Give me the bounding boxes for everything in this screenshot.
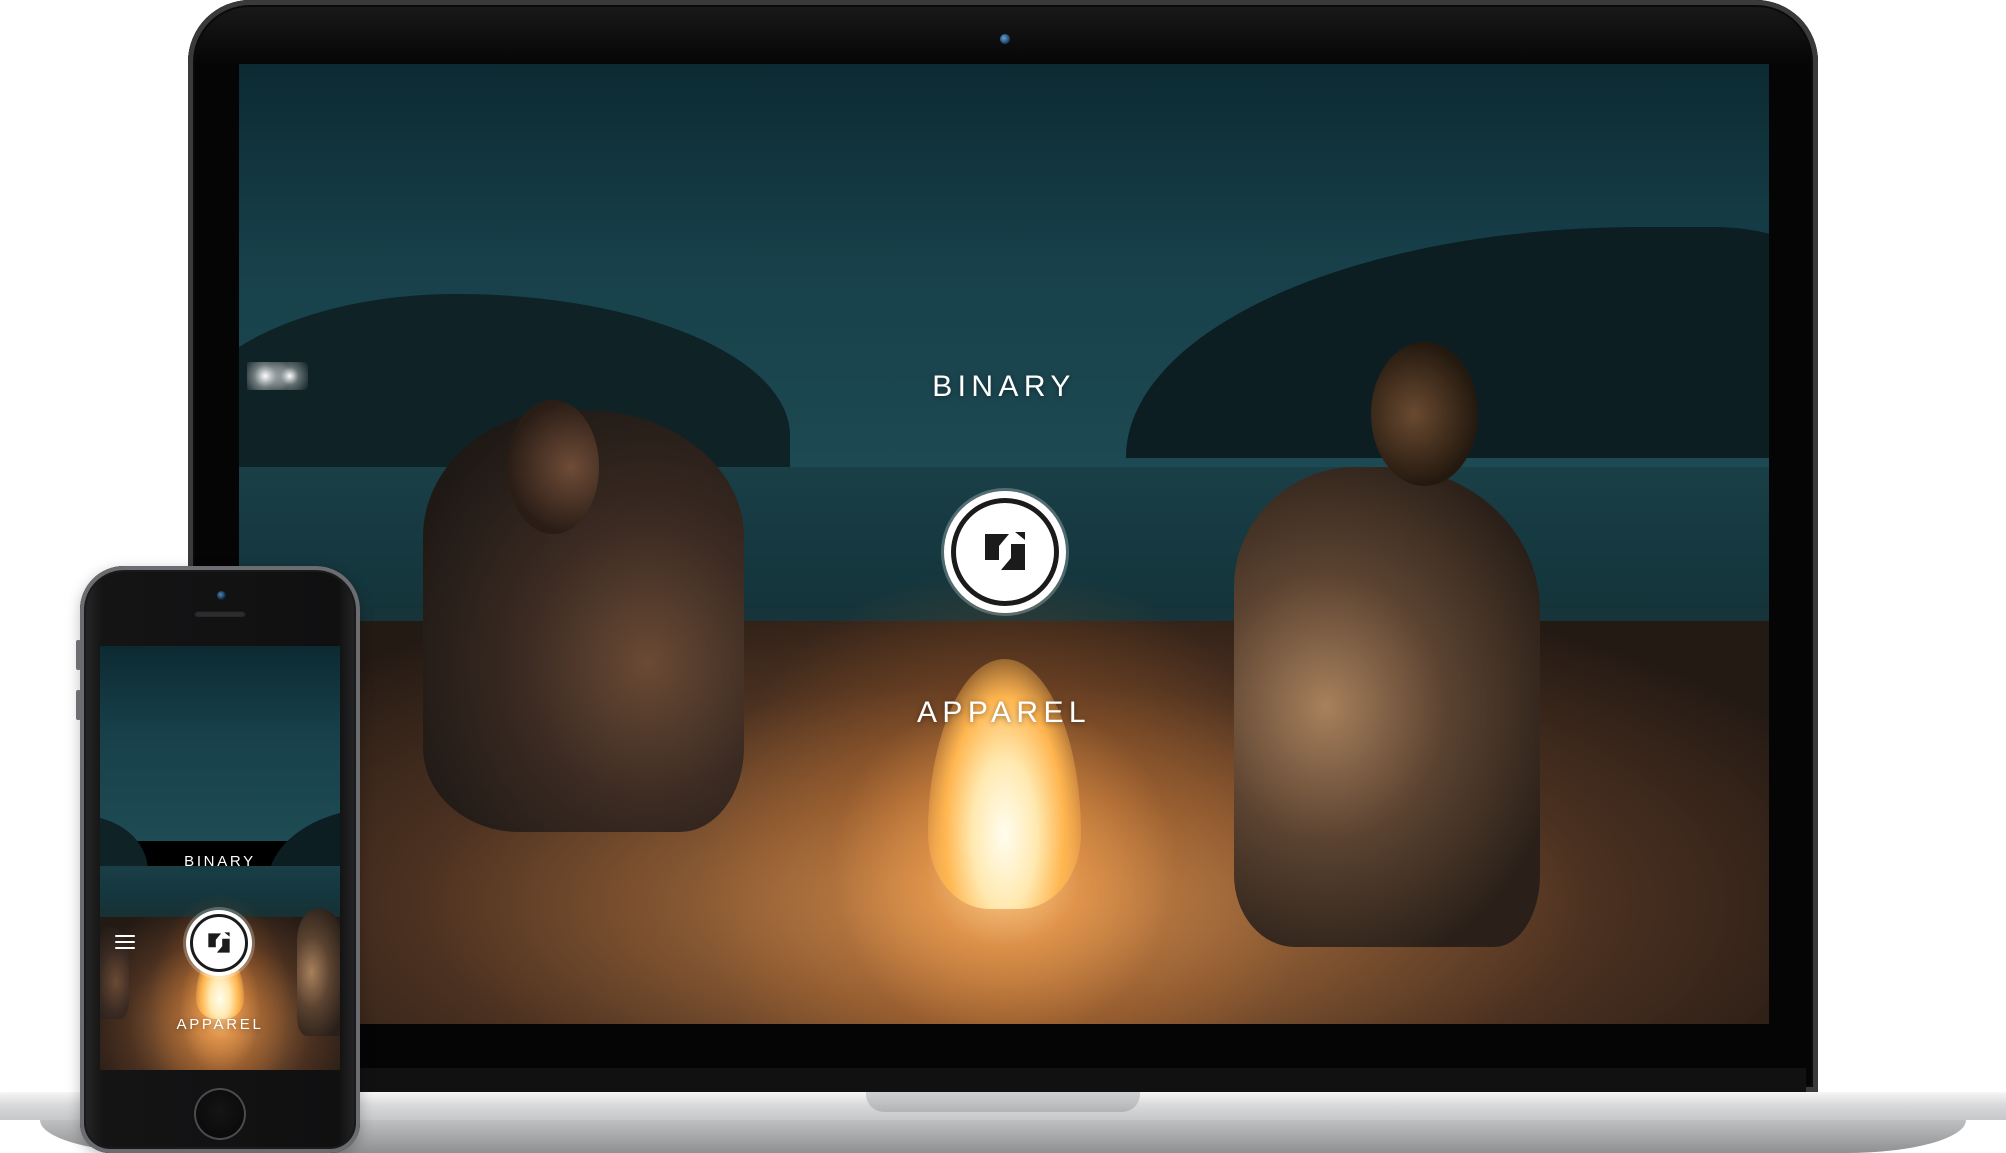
phone-binary-apparel-logo-icon (190, 914, 248, 972)
laptop-screen: BINARY APPAREL (239, 64, 1769, 1024)
hero-overlay: BINARY APPAREL (239, 64, 1769, 1024)
phone-camera-icon (217, 591, 226, 600)
phone-volume-down-button (76, 690, 81, 720)
phone-speaker (194, 610, 246, 617)
phone-brand-title: BINARY (184, 853, 256, 870)
phone-brand-logo-link[interactable] (186, 910, 252, 976)
phone-hero-overlay: BINARY APPAREL (100, 646, 340, 1070)
hamburger-menu-icon[interactable] (115, 935, 135, 949)
laptop-camera-icon (1000, 34, 1010, 44)
device-mockup-stage: BINARY APPAREL BINARY APPAREL (0, 0, 2006, 1153)
phone-volume-up-button (76, 640, 81, 670)
phone-frame: BINARY APPAREL (80, 566, 360, 1153)
brand-logo-link[interactable] (944, 491, 1066, 613)
phone-home-button[interactable] (194, 1088, 246, 1140)
phone-screen: BINARY APPAREL (100, 646, 340, 1070)
brand-subtitle: APPAREL (917, 696, 1091, 729)
binary-apparel-logo-icon (951, 498, 1059, 606)
laptop-open-notch (866, 1092, 1140, 1112)
brand-title: BINARY (932, 370, 1076, 403)
phone-brand-subtitle: APPAREL (176, 1016, 264, 1033)
